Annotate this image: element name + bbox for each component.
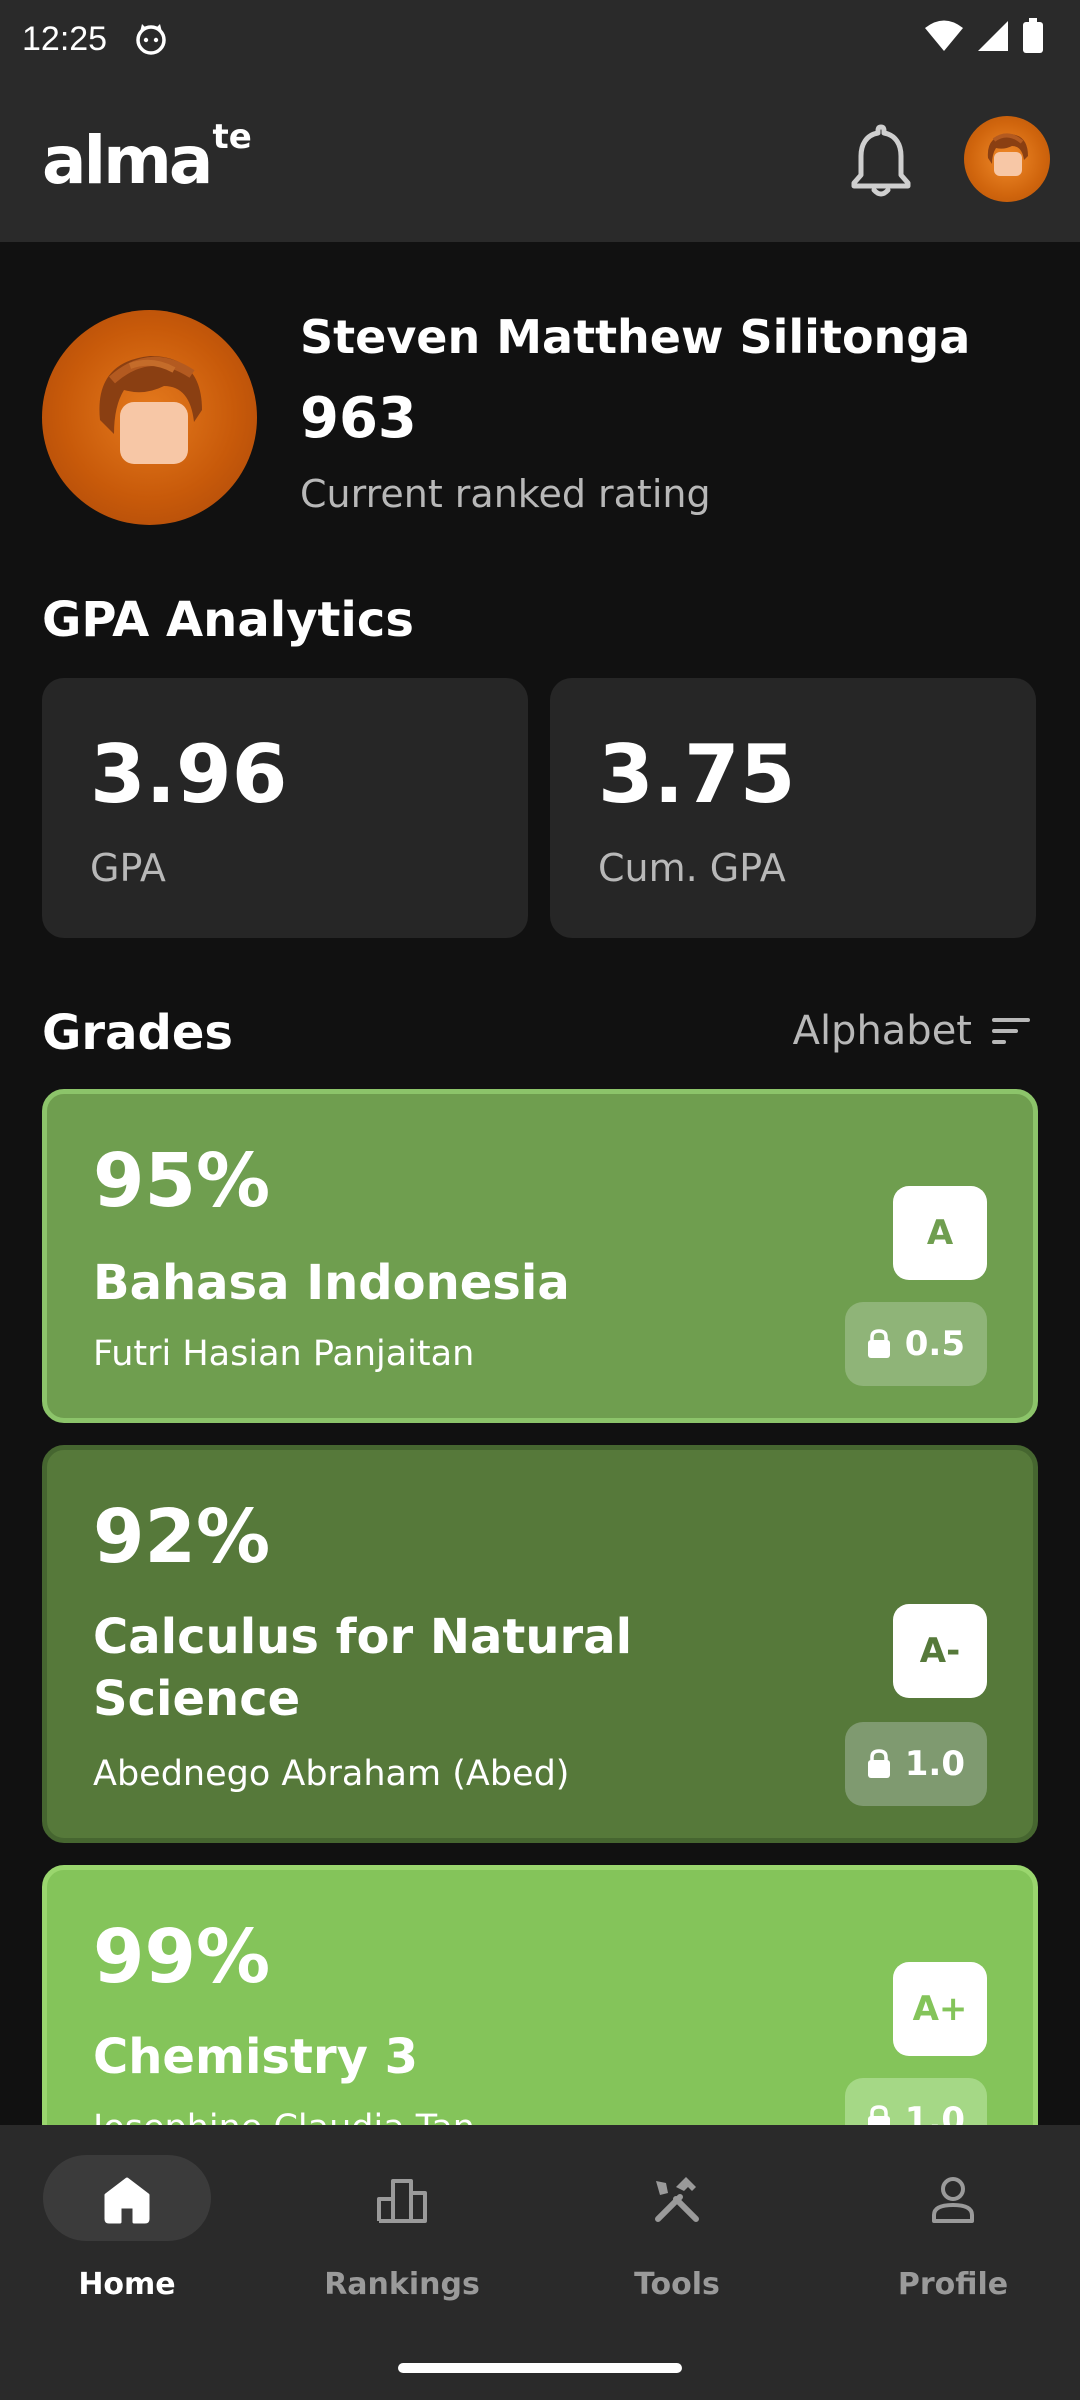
- nav-rankings-label: Rankings: [324, 2267, 480, 2302]
- bottom-navigation: Home Rankings Tools Profile: [0, 2125, 1080, 2400]
- avatar-character-icon: [99, 356, 202, 464]
- profile-summary: Steven Matthew Silitonga 963 Current ran…: [42, 310, 1042, 530]
- cumulative-gpa-label: Cum. GPA: [598, 846, 786, 890]
- sort-button[interactable]: Alphabet: [793, 1008, 1030, 1054]
- nav-rankings[interactable]: Rankings: [275, 2155, 529, 2325]
- gpa-card: 3.96 GPA: [42, 678, 528, 938]
- grade-subject: Bahasa Indonesia: [93, 1255, 570, 1311]
- lock-icon: [867, 1749, 890, 1778]
- credit-value: 1.0: [904, 1744, 965, 1784]
- lock-icon: [867, 1329, 890, 1358]
- grades-list[interactable]: 95% Bahasa Indonesia Futri Hasian Panjai…: [0, 1085, 1080, 2125]
- lock-icon: [867, 2105, 890, 2125]
- nav-tools[interactable]: Tools: [550, 2155, 804, 2325]
- credit-chip: 0.5: [844, 1302, 987, 1386]
- grade-teacher: Josephine Claudia Tan: [93, 2108, 475, 2125]
- nav-home[interactable]: Home: [0, 2155, 254, 2325]
- grade-percent: 92%: [93, 1494, 271, 1580]
- home-icon: [104, 2177, 150, 2224]
- credit-value: 0.5: [904, 1324, 965, 1364]
- grade-percent: 99%: [93, 1914, 271, 2000]
- notifications-bell-icon[interactable]: [850, 123, 912, 197]
- credit-chip: 1.0: [844, 2078, 987, 2125]
- gpa-analytics-title: GPA Analytics: [42, 592, 414, 648]
- cumulative-gpa-card: 3.75 Cum. GPA: [550, 678, 1036, 938]
- signal-icon: [978, 21, 1008, 51]
- letter-grade-badge: A+: [893, 1962, 987, 2056]
- battery-icon: [1023, 18, 1043, 53]
- grade-subject: Chemistry 3: [93, 2029, 419, 2085]
- letter-grade-badge: A: [893, 1186, 987, 1280]
- wifi-icon: [925, 20, 963, 51]
- credit-value: 1.0: [904, 2100, 965, 2125]
- profile-avatar: [42, 310, 257, 525]
- nav-home-label: Home: [78, 2267, 176, 2302]
- user-avatar[interactable]: [964, 116, 1050, 202]
- sort-lines-icon: [992, 1018, 1030, 1044]
- grade-percent: 95%: [93, 1138, 271, 1224]
- profile-icon: [932, 2177, 974, 2223]
- cat-notification-icon: [136, 24, 166, 55]
- ranked-rating-value: 963: [300, 386, 417, 451]
- app-logo: almate: [42, 117, 252, 199]
- grades-title: Grades: [42, 1005, 233, 1061]
- gpa-label: GPA: [90, 846, 166, 890]
- ranked-rating-label: Current ranked rating: [300, 472, 711, 516]
- rankings-icon: [377, 2179, 427, 2223]
- cumulative-gpa-value: 3.75: [598, 728, 796, 821]
- nav-profile-label: Profile: [897, 2267, 1009, 2302]
- gpa-value: 3.96: [90, 728, 288, 821]
- grade-card[interactable]: 99% Chemistry 3 Josephine Claudia Tan A+…: [42, 1865, 1038, 2125]
- status-time: 12:25: [22, 19, 108, 58]
- grade-card[interactable]: 95% Bahasa Indonesia Futri Hasian Panjai…: [42, 1089, 1038, 1423]
- grade-card[interactable]: 92% Calculus for Natural Science Abedneg…: [42, 1445, 1038, 1843]
- avatar-character-icon: [987, 133, 1028, 176]
- grade-subject: Calculus for Natural Science: [93, 1609, 633, 1727]
- user-name: Steven Matthew Silitonga: [300, 310, 971, 364]
- status-bar: 12:25: [0, 0, 1080, 78]
- nav-tools-label: Tools: [634, 2267, 720, 2302]
- tools-icon: [655, 2177, 699, 2222]
- status-indicators: [924, 18, 1044, 54]
- sort-label: Alphabet: [792, 1008, 972, 1054]
- credit-chip: 1.0: [844, 1722, 987, 1806]
- letter-grade-badge: A-: [893, 1604, 987, 1698]
- nav-profile[interactable]: Profile: [826, 2155, 1080, 2325]
- app-bar: almate: [0, 78, 1080, 242]
- grade-teacher: Futri Hasian Panjaitan: [93, 1334, 475, 1374]
- grade-teacher: Abednego Abraham (Abed): [93, 1754, 570, 1794]
- gesture-handle: [398, 2363, 682, 2373]
